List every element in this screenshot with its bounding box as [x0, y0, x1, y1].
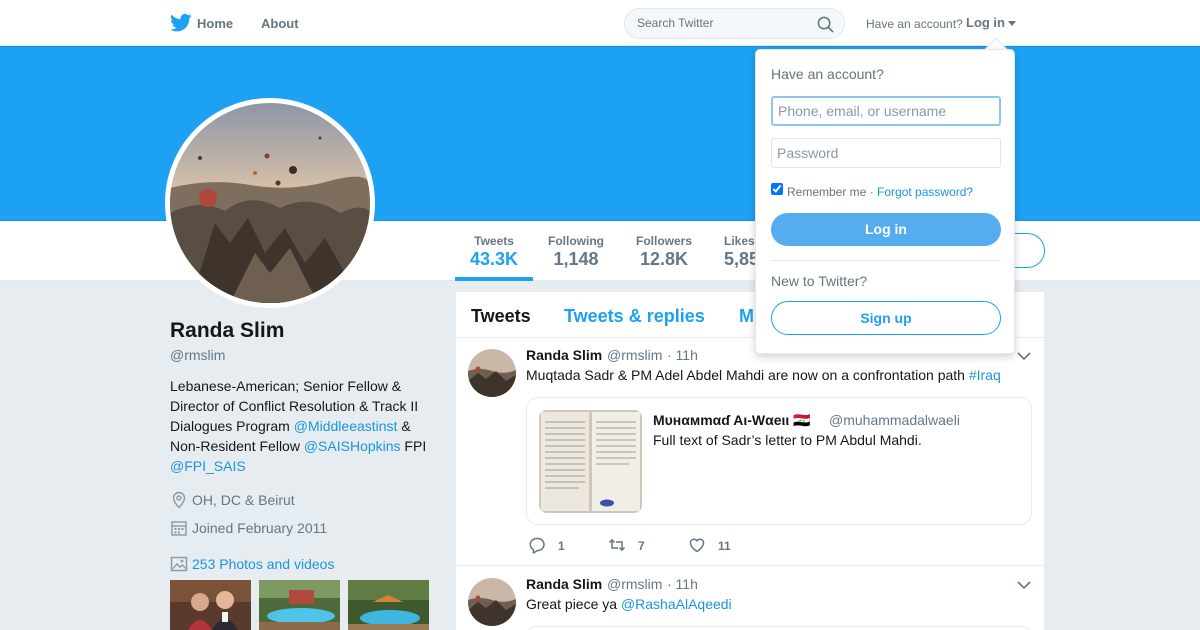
join-date-text: Joined February 2011 [192, 520, 328, 536]
tab-media[interactable]: M [739, 306, 754, 327]
have-account-text: Have an account? [866, 17, 963, 31]
tweet-text: Muqtada Sadr & PM Adel Abdel Mahdi are n… [526, 367, 1001, 383]
avatar-image [468, 578, 516, 626]
stat-value: 5,85 [724, 249, 760, 269]
like-count: 11 [718, 539, 731, 553]
tweet-author-name[interactable]: Randa Slim [526, 347, 602, 363]
tweet-text-body: Great piece ya [526, 596, 621, 612]
chevron-down-icon[interactable] [1017, 351, 1031, 361]
heart-icon [689, 538, 705, 553]
tweet-author-name[interactable]: Randa Slim [526, 576, 602, 592]
remember-me-row: Remember me · Forgot password? [787, 185, 973, 199]
tweet-divider [456, 565, 1044, 566]
stat-label: Followers [636, 234, 693, 248]
stat-label: Likes [724, 234, 755, 248]
signup-button[interactable]: Sign up [771, 301, 1001, 335]
mention-link[interactable]: @RashaAlAqeedi [621, 596, 732, 612]
retweet-icon [608, 538, 626, 552]
hashtag-link[interactable]: #Iraq [969, 367, 1001, 383]
letter-document-photo [539, 410, 642, 513]
balloon-landscape-photo [170, 103, 370, 303]
bio-mention-link[interactable]: @Middleeastinst [294, 418, 398, 434]
remember-me-label[interactable]: Remember me [787, 185, 866, 199]
stat-label: Tweets [474, 234, 514, 248]
stat-following[interactable]: Following 1,148 [548, 234, 604, 270]
search-input[interactable] [637, 16, 807, 30]
chevron-down-icon[interactable] [1017, 580, 1031, 590]
photos-text[interactable]: 253 Photos and videos [192, 556, 334, 572]
people-photo [170, 580, 251, 630]
photo-thumbnail[interactable] [348, 580, 429, 630]
stat-label: Following [548, 234, 604, 248]
tweet-timestamp[interactable]: · 11h [667, 576, 698, 592]
tweet-author-avatar[interactable] [468, 349, 516, 397]
quoted-author-name[interactable]: Mυнαмmαɗ Aι-Wαeιι 🇮🇶 [653, 412, 811, 429]
top-navigation-bar: Home About Have an account? Log in [0, 0, 1200, 46]
stat-likes[interactable]: Likes 5,85 [724, 234, 759, 270]
image-icon [170, 556, 188, 572]
profile-avatar[interactable] [165, 98, 375, 308]
tweet-timestamp[interactable]: · 11h [667, 347, 698, 363]
bio-text: FPI [400, 438, 427, 454]
reply-count: 1 [558, 539, 565, 553]
tab-tweets[interactable]: Tweets [471, 306, 531, 327]
profile-name[interactable]: Randa Slim [170, 319, 284, 343]
tweet-text: Great piece ya @RashaAlAqeedi [526, 596, 732, 612]
quoted-tweet[interactable]: Mυнαмmαɗ Aι-Wαeιι 🇮🇶 @muhammadalwaeli Fu… [526, 397, 1032, 525]
stat-tweets[interactable]: Tweets 43.3K [470, 234, 518, 270]
tab-tweets-and-replies[interactable]: Tweets & replies [564, 306, 705, 327]
separator-dot: · [866, 185, 878, 199]
pool-photo [259, 580, 340, 630]
search-icon[interactable] [817, 16, 834, 33]
retweet-count: 7 [638, 539, 645, 553]
active-tab-underline [455, 277, 533, 281]
avatar-image [468, 349, 516, 397]
stat-value: 12.8K [639, 249, 689, 269]
quoted-author-handle[interactable]: @muhammadalwaeli [829, 412, 960, 428]
photo-thumbnail[interactable] [259, 580, 340, 630]
caret-down-icon[interactable] [1008, 21, 1016, 26]
location-text: OH, DC & Beirut [192, 492, 295, 508]
username-field[interactable] [771, 96, 1001, 126]
nav-about-link[interactable]: About [261, 16, 299, 31]
tweet-author-avatar[interactable] [468, 578, 516, 626]
profile-bio: Lebanese-American; Senior Fellow & Direc… [170, 376, 440, 476]
login-button[interactable]: Log in [771, 213, 1001, 246]
tweet-author-handle[interactable]: @rmslim [607, 347, 662, 363]
profile-handle[interactable]: @rmslim [170, 347, 225, 363]
photo-thumbnail[interactable] [170, 580, 251, 630]
password-field[interactable] [771, 138, 1001, 168]
stat-followers[interactable]: Followers 12.8K [636, 234, 692, 270]
forgot-password-link[interactable]: Forgot password? [877, 185, 973, 199]
dropdown-divider [771, 260, 1001, 261]
nav-home-link[interactable]: Home [197, 16, 233, 31]
login-menu-toggle[interactable]: Log in [966, 15, 1005, 30]
bio-mention-link[interactable]: @FPI_SAIS [170, 458, 246, 474]
garden-pool-photo [348, 580, 429, 630]
calendar-icon [171, 521, 187, 536]
search-box [624, 8, 845, 39]
remember-me-checkbox[interactable] [771, 183, 783, 195]
twitter-bird-icon[interactable] [170, 13, 192, 33]
location-pin-icon [172, 491, 186, 509]
quoted-tweet-image[interactable] [539, 410, 642, 513]
dropdown-title: Have an account? [771, 66, 884, 82]
stat-value: 1,148 [553, 249, 599, 269]
bio-mention-link[interactable]: @SAISHopkins [304, 438, 401, 454]
stat-value: 43.3K [470, 249, 519, 269]
tweet-author-handle[interactable]: @rmslim [607, 576, 662, 592]
quoted-tweet-card[interactable] [526, 626, 1032, 630]
new-to-twitter-text: New to Twitter? [771, 273, 868, 289]
tweet-text-body: Muqtada Sadr & PM Adel Abdel Mahdi are n… [526, 367, 969, 383]
reply-icon [529, 537, 545, 554]
quoted-tweet-text: Full text of Sadr’s letter to PM Abdul M… [653, 432, 922, 448]
login-dropdown: Have an account? Remember me · Forgot pa… [755, 49, 1015, 354]
